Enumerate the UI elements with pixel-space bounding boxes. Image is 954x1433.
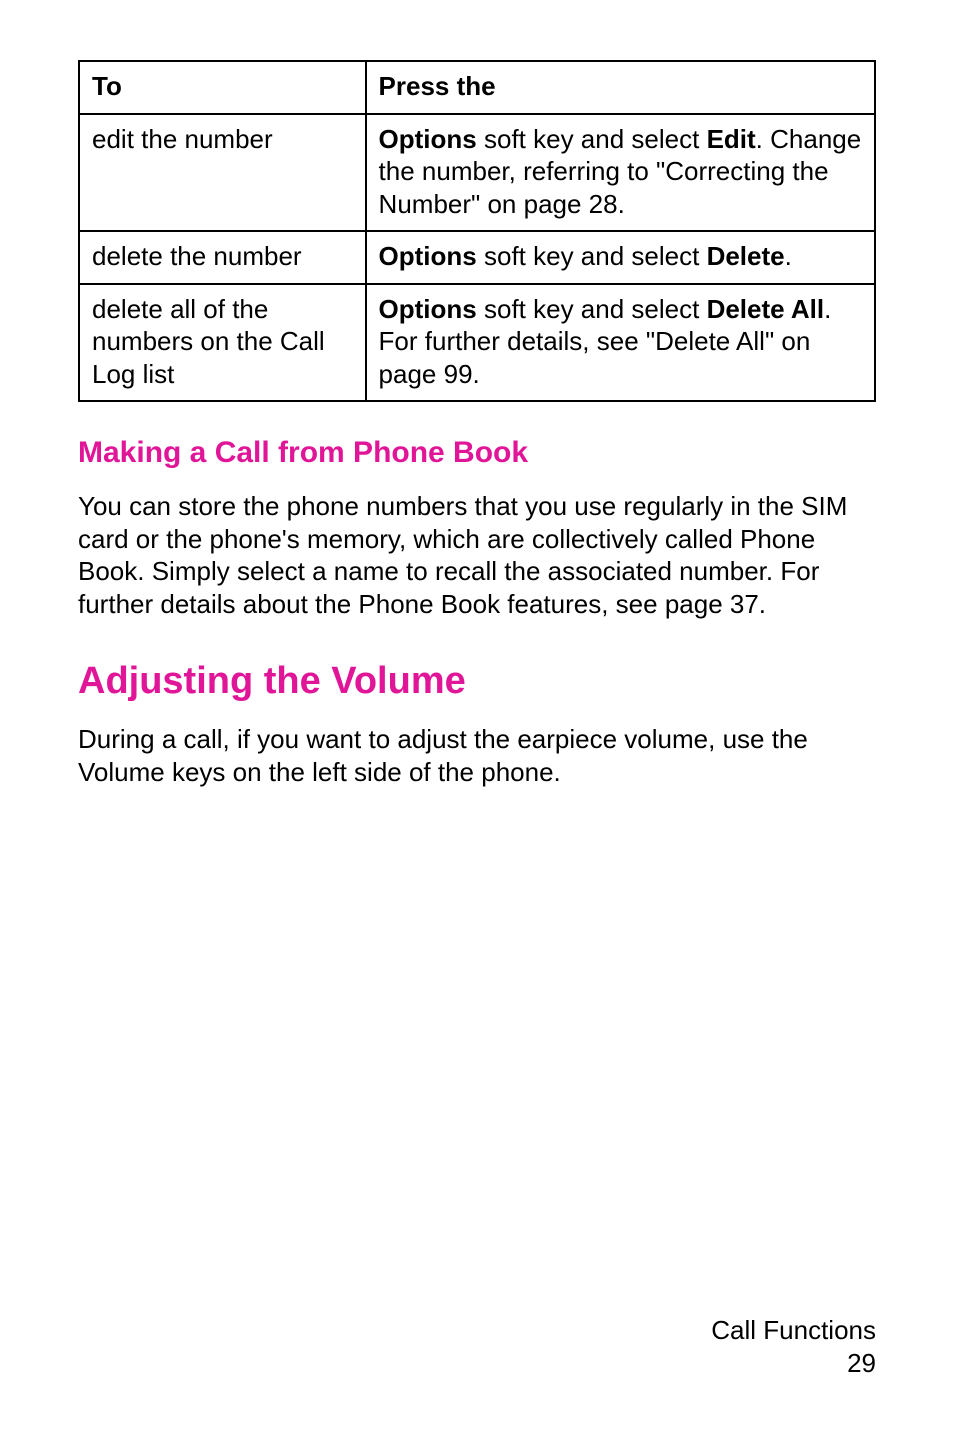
softkey-label: Options <box>379 294 477 324</box>
text-segment: soft key and select <box>477 124 707 154</box>
instruction-table: To Press the edit the number Options sof… <box>78 60 876 402</box>
topic-heading-adjusting-volume: Adjusting the Volume <box>78 660 876 703</box>
page-footer: Call Functions 29 <box>711 1314 876 1379</box>
table-cell-press: Options soft key and select Delete All. … <box>366 284 875 402</box>
text-segment: soft key and select <box>477 241 707 271</box>
table-cell-to: delete all of the numbers on the Call Lo… <box>79 284 366 402</box>
select-label: Delete All <box>707 294 825 324</box>
text-segment: . <box>785 241 792 271</box>
select-label: Edit <box>707 124 756 154</box>
softkey-label: Options <box>379 124 477 154</box>
page-content: To Press the edit the number Options sof… <box>0 0 954 1433</box>
table-row: delete all of the numbers on the Call Lo… <box>79 284 875 402</box>
section-body-making-call: You can store the phone numbers that you… <box>78 490 876 620</box>
softkey-label: Options <box>379 241 477 271</box>
table-cell-press: Options soft key and select Edit. Change… <box>366 114 875 232</box>
section-heading-making-call: Making a Call from Phone Book <box>78 436 876 470</box>
table-row: edit the number Options soft key and sel… <box>79 114 875 232</box>
select-label: Delete <box>707 241 785 271</box>
section-body-adjusting-volume: During a call, if you want to adjust the… <box>78 723 876 788</box>
table-cell-press: Options soft key and select Delete. <box>366 231 875 284</box>
text-segment: soft key and select <box>477 294 707 324</box>
table-header-row: To Press the <box>79 61 875 114</box>
table-cell-to: delete the number <box>79 231 366 284</box>
table-header-to: To <box>79 61 366 114</box>
footer-chapter: Call Functions <box>711 1314 876 1347</box>
footer-page-number: 29 <box>711 1347 876 1380</box>
table-header-press: Press the <box>366 61 875 114</box>
table-cell-to: edit the number <box>79 114 366 232</box>
table-row: delete the number Options soft key and s… <box>79 231 875 284</box>
